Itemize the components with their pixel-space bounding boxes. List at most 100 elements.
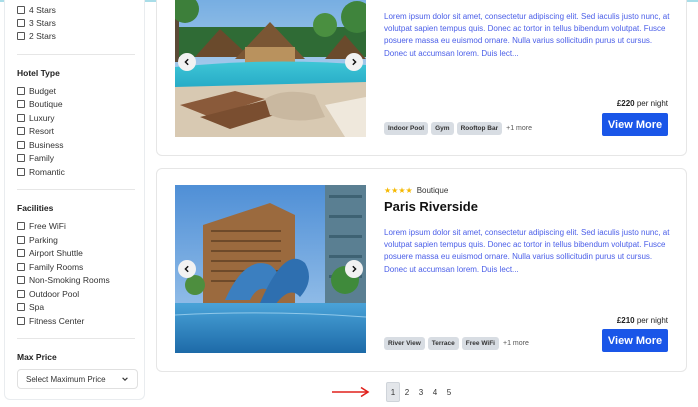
filter-label: Luxury — [29, 113, 55, 123]
star-rating-icon: ★★★★ — [384, 186, 413, 195]
page-button-3[interactable]: 3 — [414, 382, 428, 402]
max-price-select[interactable]: Select Maximum Price — [17, 369, 138, 389]
hotel-photo-city-fountain — [175, 185, 366, 353]
carousel-prev-button[interactable] — [178, 53, 196, 71]
hotel-price: £210 per night — [617, 316, 668, 325]
filter-family[interactable]: Family — [17, 152, 54, 164]
carousel-next-button[interactable] — [345, 53, 363, 71]
hotel-description: Lorem ipsum dolor sit amet, consectetur … — [384, 228, 670, 274]
max-price-selected-value: Select Maximum Price — [26, 374, 106, 384]
filter-parking[interactable]: Parking — [17, 234, 58, 246]
red-arrow-icon — [332, 386, 370, 398]
carousel-next-button[interactable] — [345, 260, 363, 278]
amenity-tag: River View — [384, 337, 425, 350]
filters-sidebar: 4 Stars 3 Stars 2 Stars Hotel Type Budge… — [4, 0, 145, 400]
view-more-button[interactable]: View More — [602, 329, 668, 352]
price-suffix: per night — [636, 316, 668, 325]
filter-free-wifi[interactable]: Free WiFi — [17, 220, 66, 232]
page-button-2[interactable]: 2 — [400, 382, 414, 402]
checkbox[interactable] — [17, 154, 25, 162]
divider — [17, 338, 135, 339]
hotel-card: ★★★★ Boutique Paris Riverside Lorem ipsu… — [156, 168, 687, 372]
filter-label: 4 Stars — [29, 5, 56, 15]
hotel-photo-resort-pool — [175, 0, 366, 137]
checkbox[interactable] — [17, 32, 25, 40]
checkbox[interactable] — [17, 290, 25, 298]
filter-resort[interactable]: Resort — [17, 125, 54, 137]
checkbox[interactable] — [17, 236, 25, 244]
checkbox[interactable] — [17, 276, 25, 284]
checkbox[interactable] — [17, 317, 25, 325]
filter-label: Fitness Center — [29, 316, 85, 326]
filter-romantic[interactable]: Romantic — [17, 166, 65, 178]
hotel-card: Lorem ipsum dolor sit amet, consectetur … — [156, 0, 687, 156]
filter-4-stars[interactable]: 4 Stars — [17, 4, 56, 16]
chevron-down-icon — [122, 377, 128, 381]
checkbox[interactable] — [17, 114, 25, 122]
price-suffix: per night — [636, 99, 668, 108]
amenity-tag: Gym — [431, 122, 454, 135]
amenity-tags: Indoor Pool Gym Rooftop Bar +1 more — [384, 122, 532, 135]
checkbox[interactable] — [17, 19, 25, 27]
filter-boutique[interactable]: Boutique — [17, 98, 63, 110]
filter-airport-shuttle[interactable]: Airport Shuttle — [17, 247, 83, 259]
checkbox[interactable] — [17, 127, 25, 135]
filter-outdoor-pool[interactable]: Outdoor Pool — [17, 288, 79, 300]
filter-2-stars[interactable]: 2 Stars — [17, 30, 56, 42]
filter-spa[interactable]: Spa — [17, 301, 44, 313]
page-button-1[interactable]: 1 — [386, 382, 400, 402]
hotel-description: Lorem ipsum dolor sit amet, consectetur … — [384, 12, 670, 58]
amenity-tag: Rooftop Bar — [456, 122, 503, 135]
filter-fitness-center[interactable]: Fitness Center — [17, 315, 84, 327]
more-amenities-link[interactable]: +1 more — [506, 125, 532, 132]
hotel-image-carousel[interactable] — [175, 0, 366, 137]
filter-3-stars[interactable]: 3 Stars — [17, 17, 56, 29]
filter-label: Outdoor Pool — [29, 289, 80, 299]
filter-business[interactable]: Business — [17, 139, 64, 151]
page-button-5[interactable]: 5 — [442, 382, 456, 402]
checkbox[interactable] — [17, 222, 25, 230]
filter-label: Business — [29, 140, 64, 150]
filter-budget[interactable]: Budget — [17, 85, 56, 97]
amenity-tag: Terrace — [427, 337, 459, 350]
filter-label: Budget — [29, 86, 56, 96]
checkbox[interactable] — [17, 303, 25, 311]
more-amenities-link[interactable]: +1 more — [503, 340, 529, 347]
chevron-left-icon — [184, 265, 189, 273]
view-more-button[interactable]: View More — [602, 113, 668, 136]
checkbox[interactable] — [17, 6, 25, 14]
hotel-type-title: Hotel Type — [17, 68, 60, 78]
filter-label: 2 Stars — [29, 31, 56, 41]
hotel-name[interactable]: Paris Riverside — [384, 199, 478, 214]
pagination: 1 2 3 4 5 — [386, 382, 456, 402]
checkbox[interactable] — [17, 168, 25, 176]
carousel-prev-button[interactable] — [178, 260, 196, 278]
amenity-tag: Indoor Pool — [384, 122, 429, 135]
hotel-price: £220 per night — [617, 99, 668, 108]
checkbox[interactable] — [17, 100, 25, 108]
filter-label: Non-Smoking Rooms — [29, 275, 110, 285]
filter-label: 3 Stars — [29, 18, 56, 28]
checkbox[interactable] — [17, 263, 25, 271]
filter-non-smoking-rooms[interactable]: Non-Smoking Rooms — [17, 274, 110, 286]
price-amount: £210 — [616, 316, 635, 325]
filter-luxury[interactable]: Luxury — [17, 112, 55, 124]
page-button-4[interactable]: 4 — [428, 382, 442, 402]
hotel-image-carousel[interactable] — [175, 185, 366, 353]
chevron-right-icon — [352, 58, 357, 66]
filter-label: Spa — [29, 302, 45, 312]
filter-label: Airport Shuttle — [29, 248, 83, 258]
divider — [17, 54, 135, 55]
filter-label: Family Rooms — [29, 262, 84, 272]
checkbox[interactable] — [17, 87, 25, 95]
checkbox[interactable] — [17, 249, 25, 257]
price-amount: £220 — [616, 99, 635, 108]
filter-label: Family — [29, 153, 55, 163]
facilities-title: Facilities — [17, 203, 54, 213]
filter-family-rooms[interactable]: Family Rooms — [17, 261, 83, 273]
max-price-title: Max Price — [17, 352, 57, 362]
filter-label: Parking — [29, 235, 58, 245]
amenity-tags: River View Terrace Free WiFi +1 more — [384, 337, 529, 350]
hotel-type-label: Boutique — [416, 186, 449, 195]
checkbox[interactable] — [17, 141, 25, 149]
